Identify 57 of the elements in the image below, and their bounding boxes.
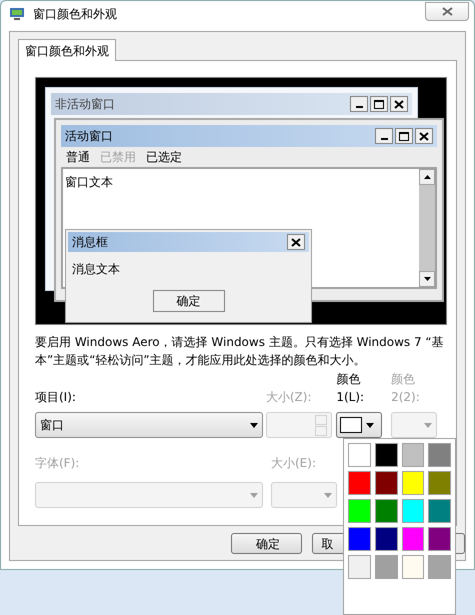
color-swatch[interactable] xyxy=(402,555,424,579)
inactive-window-title: 非活动窗口 xyxy=(55,96,115,113)
dropdown-caret-icon xyxy=(366,422,374,428)
close-icon[interactable] xyxy=(390,96,408,112)
dropdown-caret-icon xyxy=(250,492,258,498)
color-swatch[interactable] xyxy=(402,499,424,523)
close-icon[interactable] xyxy=(415,128,433,144)
item-dropdown[interactable]: 窗口 xyxy=(35,412,263,438)
color-swatch[interactable] xyxy=(428,527,451,551)
scroll-down-icon[interactable] xyxy=(424,277,430,281)
color-swatch[interactable] xyxy=(374,527,398,551)
color-swatch[interactable] xyxy=(402,443,424,467)
message-text: 消息文本 xyxy=(72,262,120,276)
maximize-icon[interactable] xyxy=(395,128,413,144)
ok-button[interactable]: 确定 xyxy=(152,290,224,312)
minimize-icon[interactable] xyxy=(350,96,368,112)
dialog-button[interactable]: 确定 xyxy=(231,533,302,554)
field-label: 颜色 1(L): xyxy=(336,371,366,406)
menu-item[interactable]: 普通 xyxy=(66,148,90,166)
close-icon[interactable] xyxy=(287,234,305,250)
color-swatch[interactable] xyxy=(428,555,451,579)
color-swatch[interactable] xyxy=(374,555,398,579)
maximize-icon[interactable] xyxy=(370,96,388,112)
close-button[interactable] xyxy=(425,2,469,21)
dropdown-caret-icon xyxy=(250,422,258,428)
color-swatch[interactable] xyxy=(374,471,398,495)
menu-item[interactable]: 已选定 xyxy=(146,148,182,166)
color-picker-button[interactable] xyxy=(336,412,382,438)
color-swatch[interactable] xyxy=(374,443,398,467)
monitor-icon xyxy=(9,7,25,21)
color-swatch[interactable] xyxy=(402,527,424,551)
field-label: 项目(I): xyxy=(35,389,77,406)
window-text: 窗口文本 xyxy=(65,175,113,189)
active-window-title: 活动窗口 xyxy=(65,128,113,145)
color-swatch[interactable] xyxy=(402,471,424,495)
color-swatch[interactable] xyxy=(348,527,371,551)
description-text: 要启用 Windows Aero，请选择 Windows 主题。只有选择 Windows 7 “基本”主题或“轻松访问”主题，才能应用此处选择的颜色和大小。 xyxy=(35,334,445,369)
color-swatch[interactable] xyxy=(348,555,371,579)
color-swatch[interactable] xyxy=(348,443,371,467)
color-swatch[interactable] xyxy=(428,443,451,467)
scroll-up-icon[interactable] xyxy=(424,175,430,179)
dropdown-caret-icon xyxy=(324,492,332,498)
tab[interactable]: 窗口颜色和外观 xyxy=(18,39,116,61)
color-swatch[interactable] xyxy=(428,499,451,523)
minimize-icon[interactable] xyxy=(375,128,393,144)
color-swatch[interactable] xyxy=(348,499,371,523)
color-swatch[interactable] xyxy=(348,471,371,495)
field-label: 大小(Z): xyxy=(266,389,313,406)
color-swatch[interactable] xyxy=(428,471,451,495)
color-swatch[interactable] xyxy=(374,499,398,523)
window-title: 窗口颜色和外观 xyxy=(33,6,117,23)
field-label: 大小(E): xyxy=(271,455,317,472)
message-box-title: 消息框 xyxy=(72,234,108,251)
field-label: 颜色 2(2): xyxy=(391,371,421,406)
close-icon xyxy=(442,7,452,16)
field-label: 字体(F): xyxy=(35,455,80,472)
dropdown-caret-icon xyxy=(424,422,432,428)
